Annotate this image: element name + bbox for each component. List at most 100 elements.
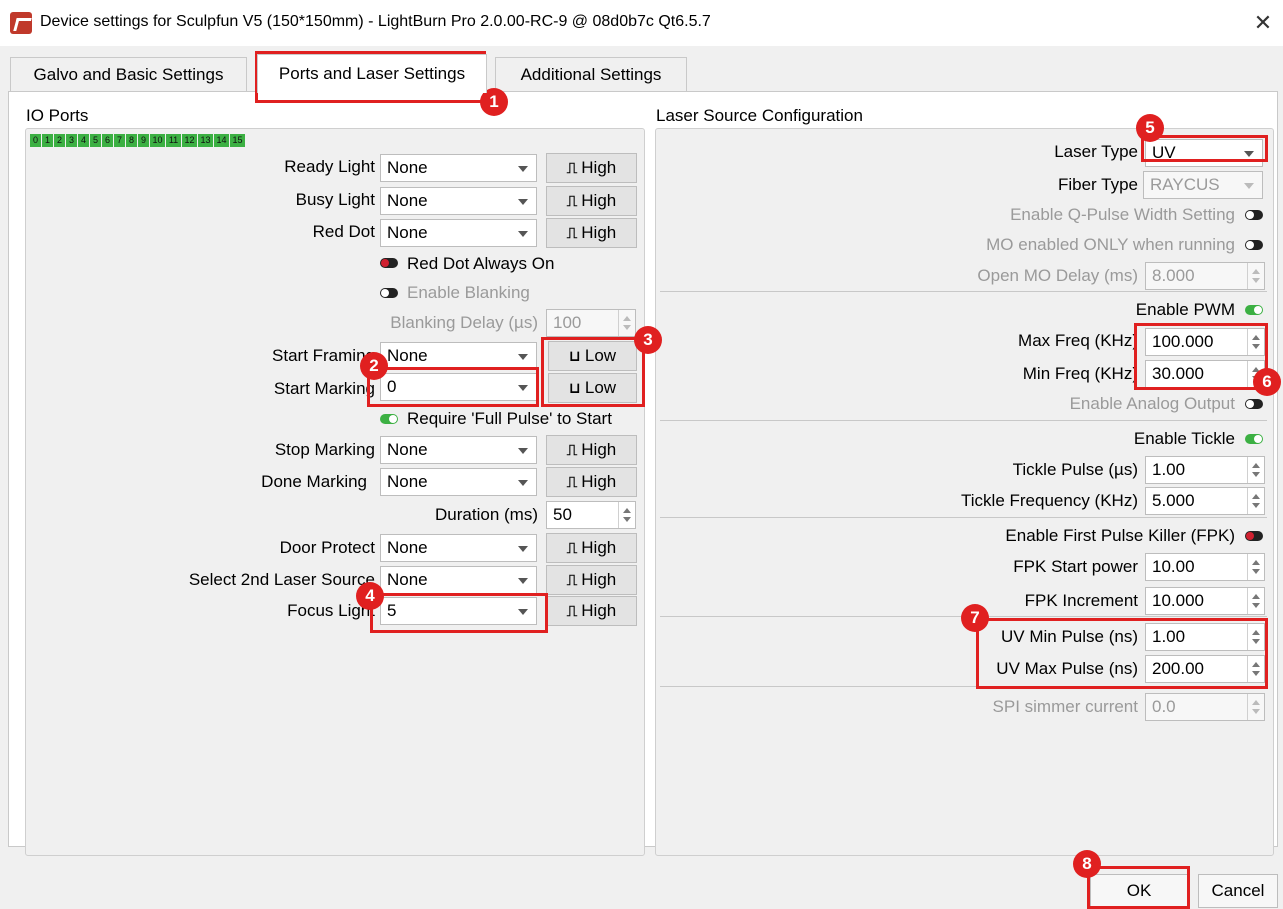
enable-q-pulse-toggle[interactable]	[1245, 210, 1263, 220]
window-title: Device settings for Sculpfun V5 (150*150…	[40, 13, 711, 30]
tickle-pulse-spinbox[interactable]: 1.00	[1145, 456, 1265, 484]
fpk-increment-label: FPK Increment	[1024, 591, 1138, 610]
io-indicator: 5	[90, 134, 101, 147]
mo-enabled-toggle[interactable]	[1245, 240, 1263, 250]
ready-light-select[interactable]: None	[380, 154, 537, 182]
annotation-box-laser-type	[1141, 135, 1268, 162]
red-dot-polarity-button[interactable]: ⎍ High	[546, 218, 637, 248]
fpk-start-power-spinbox[interactable]: 10.00	[1145, 553, 1265, 581]
annotation-box-uv-pulse	[976, 618, 1268, 689]
separator	[660, 517, 1267, 518]
require-full-pulse-label: Require 'Full Pulse' to Start	[407, 409, 612, 428]
io-indicator: 6	[102, 134, 113, 147]
enable-analog-toggle[interactable]	[1245, 399, 1263, 409]
enable-pwm-label: Enable PWM	[1135, 300, 1235, 319]
annotation-box-ok	[1087, 866, 1190, 909]
door-protect-polarity-button[interactable]: ⎍ High	[546, 533, 637, 563]
red-dot-select[interactable]: None	[380, 219, 537, 247]
spi-simmer-current-spinbox[interactable]: 0.0	[1145, 693, 1265, 721]
chevron-down-icon	[518, 354, 528, 360]
focus-light-polarity-button[interactable]: ⎍ High	[546, 596, 637, 626]
tab-galvo-basic[interactable]: Galvo and Basic Settings	[10, 57, 247, 92]
busy-light-label: Busy Light	[295, 190, 375, 209]
annotation-badge: 5	[1136, 114, 1164, 142]
annotation-box-focus-light	[370, 593, 548, 633]
laser-type-label: Laser Type	[1054, 142, 1138, 161]
chevron-down-icon	[518, 231, 528, 237]
fpk-increment-spinbox[interactable]: 10.000	[1145, 587, 1265, 615]
spin-arrows-icon	[1247, 457, 1264, 483]
pulse-high-icon: ⎍	[566, 473, 578, 491]
io-indicator: 9	[138, 134, 149, 147]
separator	[660, 291, 1267, 292]
io-indicator: 8	[126, 134, 137, 147]
blanking-delay-label: Blanking Delay (µs)	[390, 313, 538, 332]
spin-arrows-icon	[618, 502, 635, 528]
stop-marking-select[interactable]: None	[380, 436, 537, 464]
busy-light-select[interactable]: None	[380, 187, 537, 215]
fiber-type-label: Fiber Type	[1057, 175, 1138, 194]
pulse-high-icon: ⎍	[566, 602, 578, 620]
io-indicator: 14	[214, 134, 229, 147]
annotation-badge: 2	[360, 352, 388, 380]
annotation-badge: 3	[634, 326, 662, 354]
close-icon[interactable]: ✕	[1248, 8, 1278, 38]
enable-tickle-toggle[interactable]	[1245, 434, 1263, 444]
io-indicator: 10	[150, 134, 165, 147]
enable-pwm-toggle[interactable]	[1245, 305, 1263, 315]
enable-fpk-label: Enable First Pulse Killer (FPK)	[1005, 526, 1235, 545]
io-indicator: 4	[78, 134, 89, 147]
spin-arrows-icon	[1247, 694, 1264, 720]
lightburn-app-icon	[10, 12, 32, 34]
spin-arrows-icon	[618, 310, 635, 336]
fiber-type-select[interactable]: RAYCUS	[1143, 171, 1263, 199]
pulse-high-icon: ⎍	[566, 224, 578, 242]
io-indicator: 3	[66, 134, 77, 147]
annotation-box-frequency	[1134, 323, 1268, 390]
red-dot-always-on-toggle[interactable]	[380, 258, 398, 268]
door-protect-select[interactable]: None	[380, 534, 537, 562]
enable-fpk-toggle[interactable]	[1245, 531, 1263, 541]
start-marking-label: Start Marking	[273, 379, 375, 398]
mo-enabled-label: MO enabled ONLY when running	[986, 235, 1235, 254]
pulse-high-icon: ⎍	[566, 159, 578, 177]
enable-blanking-toggle[interactable]	[380, 288, 398, 298]
tickle-frequency-spinbox[interactable]: 5.000	[1145, 487, 1265, 515]
chevron-down-icon	[518, 199, 528, 205]
io-ports-title: IO Ports	[26, 106, 89, 125]
tickle-frequency-label: Tickle Frequency (KHz)	[961, 491, 1138, 510]
stop-marking-polarity-button[interactable]: ⎍ High	[546, 435, 637, 465]
spi-simmer-current-label: SPI simmer current	[992, 697, 1138, 716]
ready-light-polarity-button[interactable]: ⎍ High	[546, 153, 637, 183]
door-protect-label: Door Protect	[279, 538, 375, 557]
io-indicator: 7	[114, 134, 125, 147]
chevron-down-icon	[518, 448, 528, 454]
duration-spinbox[interactable]: 50	[546, 501, 636, 529]
second-laser-source-label: Select 2nd Laser Source	[188, 570, 375, 589]
start-framing-select[interactable]: None	[380, 342, 537, 370]
spin-arrows-icon	[1247, 263, 1264, 289]
enable-blanking-label: Enable Blanking	[407, 283, 530, 302]
done-marking-label: Done Marking	[261, 472, 367, 491]
tab-additional[interactable]: Additional Settings	[495, 57, 687, 92]
annotation-badge: 6	[1253, 368, 1281, 396]
require-full-pulse-toggle[interactable]	[380, 414, 398, 424]
done-marking-polarity-button[interactable]: ⎍ High	[546, 467, 637, 497]
pulse-high-icon: ⎍	[566, 441, 578, 459]
second-laser-source-polarity-button[interactable]: ⎍ High	[546, 565, 637, 595]
io-indicator: 1	[42, 134, 53, 147]
blanking-delay-spinbox[interactable]: 100	[546, 309, 636, 337]
enable-tickle-label: Enable Tickle	[1133, 429, 1235, 448]
tab-ports-laser[interactable]: Ports and Laser Settings	[257, 54, 487, 93]
cancel-button[interactable]: Cancel	[1198, 874, 1278, 908]
chevron-down-icon	[1244, 183, 1254, 189]
fpk-start-power-label: FPK Start power	[1013, 557, 1138, 576]
annotation-badge: 7	[961, 604, 989, 632]
done-marking-select[interactable]: None	[380, 468, 537, 496]
io-indicator: 12	[182, 134, 197, 147]
second-laser-source-select[interactable]: None	[380, 566, 537, 594]
open-mo-delay-spinbox[interactable]: 8.000	[1145, 262, 1265, 290]
busy-light-polarity-button[interactable]: ⎍ High	[546, 186, 637, 216]
spin-arrows-icon	[1247, 554, 1264, 580]
io-indicator: 15	[230, 134, 245, 147]
